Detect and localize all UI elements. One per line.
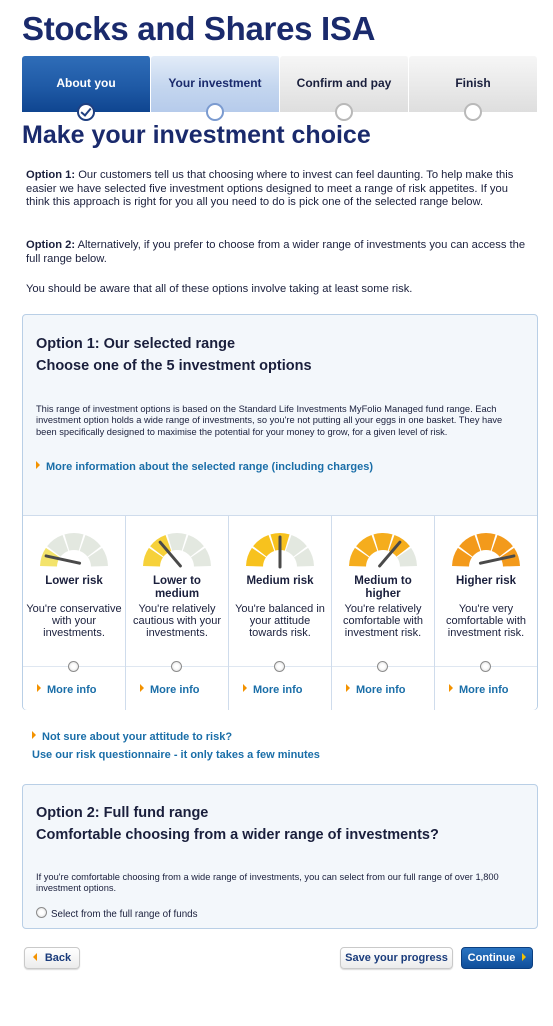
more-info-link[interactable]: More info: [37, 684, 97, 696]
more-info-link[interactable]: More info: [449, 684, 509, 696]
risk-option-radio[interactable]: [480, 661, 491, 672]
option1-title: Option 1: Our selected range: [36, 336, 236, 352]
full-range-radio-option[interactable]: Select from the full range of funds: [36, 907, 516, 920]
full-range-radio-label: Select from the full range of funds: [51, 909, 198, 920]
more-info-link[interactable]: More info: [140, 684, 200, 696]
option1-panel: Option 1: Our selected range Choose one …: [22, 314, 538, 710]
more-info-label: More info: [150, 684, 200, 696]
continue-label: Continue: [467, 952, 516, 964]
more-info-label: More info: [253, 684, 303, 696]
step-current-icon: [206, 103, 224, 121]
arrow-right-icon: [36, 461, 40, 469]
risk-option-radio[interactable]: [274, 661, 285, 672]
more-info-link[interactable]: More info: [346, 684, 406, 696]
attitude-question-link[interactable]: Not sure about your attitude to risk?: [32, 731, 232, 743]
arrow-left-icon: [32, 953, 37, 961]
risk-option-card[interactable]: Medium risk You're balanced in your attit…: [229, 516, 332, 710]
risk-option-description: You're very comfortable with investment …: [445, 603, 527, 639]
risk-option-card[interactable]: Lower to medium You're relatively cautiou…: [126, 516, 229, 710]
step-complete-icon: [77, 103, 95, 121]
option1-intro: Option 1: Our customers tell us that cho…: [26, 169, 531, 210]
risk-option-card[interactable]: Higher risk You're very comfortable with …: [435, 516, 537, 710]
option2-description: If you're comfortable choosing from a wi…: [36, 872, 499, 894]
risk-option-card[interactable]: Lower risk You're conservative with your …: [23, 516, 126, 710]
risk-gauge-icon: [452, 533, 520, 567]
arrow-right-icon: [140, 684, 144, 692]
risk-option-name: Higher risk: [455, 575, 517, 587]
continue-button[interactable]: Continue: [461, 947, 533, 969]
option2-title: Option 2: Full fund range: [36, 805, 209, 821]
risk-gauge-icon: [246, 533, 314, 569]
progress-steps: About you Your investment Confirm and pa…: [22, 56, 537, 121]
page-title: Stocks and Shares ISA: [22, 10, 376, 47]
more-info-link[interactable]: More info: [243, 684, 303, 696]
risk-options-grid: Lower risk You're conservative with your …: [23, 515, 537, 710]
risk-option-name: Lower to medium: [153, 575, 201, 600]
more-info-selected-range-label: More information about the selected rang…: [46, 461, 373, 473]
option2-intro-label: Option 2:: [26, 239, 76, 251]
back-label: Back: [44, 952, 72, 964]
step-label: Confirm and pay: [296, 76, 392, 90]
back-button[interactable]: Back: [24, 947, 80, 969]
save-progress-button[interactable]: Save your progress: [340, 947, 453, 969]
arrow-right-icon: [449, 684, 453, 692]
step-about-you[interactable]: About you: [22, 56, 151, 121]
risk-gauge-icon: [143, 533, 211, 568]
risk-warning: You should be aware that all of these op…: [26, 283, 413, 295]
gauge-segment: [373, 533, 393, 551]
step-pending-icon: [335, 103, 353, 121]
option2-panel: Option 2: Full fund range Comfortable ch…: [22, 784, 538, 929]
more-info-selected-range-link[interactable]: More information about the selected rang…: [36, 461, 373, 473]
risk-gauge-icon: [40, 533, 108, 567]
step-your-investment: Your investment: [151, 56, 280, 121]
risk-option-card[interactable]: Medium to higher You're relatively comfor…: [332, 516, 435, 710]
risk-option-name: Medium risk: [246, 575, 314, 587]
risk-option-radio[interactable]: [377, 661, 388, 672]
risk-option-name: Lower risk: [45, 575, 103, 587]
step-label: Finish: [455, 76, 491, 90]
arrow-right-icon: [522, 953, 527, 961]
step-confirm-and-pay: Confirm and pay: [280, 56, 409, 121]
step-label: Your investment: [168, 76, 262, 90]
risk-option-description: You're conservative with your investment…: [26, 603, 122, 639]
gauge-segment: [64, 533, 84, 551]
option1-subtitle: Choose one of the 5 investment options: [36, 358, 312, 374]
step-finish: Finish: [409, 56, 537, 121]
risk-option-name: Medium to higher: [354, 575, 412, 600]
arrow-right-icon: [346, 684, 350, 692]
option2-intro-text: Alternatively, if you prefer to choose f…: [26, 239, 526, 265]
option1-intro-label: Option 1:: [26, 169, 76, 181]
option2-intro: Option 2: Alternatively, if you prefer t…: [26, 239, 531, 266]
attitude-question-label: Not sure about your attitude to risk?: [42, 731, 233, 743]
risk-option-description: You're relatively cautious with your inv…: [132, 603, 222, 639]
risk-option-description: You're balanced in your attitude towards…: [235, 603, 325, 639]
arrow-right-icon: [37, 684, 41, 692]
risk-option-radio[interactable]: [171, 661, 182, 672]
risk-gauge-icon: [349, 533, 417, 568]
arrow-right-icon: [243, 684, 247, 692]
full-range-radio[interactable]: [36, 907, 47, 918]
option1-intro-text: Our customers tell us that choosing wher…: [26, 169, 514, 209]
risk-option-description: You're relatively comfortable with inves…: [342, 603, 424, 639]
section-heading: Make your investment choice: [22, 121, 371, 149]
step-pending-icon: [464, 103, 482, 121]
gauge-segment: [167, 533, 187, 551]
option2-subtitle: Comfortable choosing from a wider range …: [36, 827, 439, 843]
risk-option-radio[interactable]: [68, 661, 79, 672]
gauge-segment: [476, 533, 496, 551]
arrow-right-icon: [32, 731, 36, 739]
more-info-label: More info: [459, 684, 509, 696]
more-info-label: More info: [47, 684, 97, 696]
step-label: About you: [56, 76, 116, 90]
more-info-label: More info: [356, 684, 406, 696]
option1-description: This range of investment options is base…: [36, 404, 503, 437]
risk-questionnaire-link[interactable]: Use our risk questionnaire - it only tak…: [32, 749, 320, 761]
